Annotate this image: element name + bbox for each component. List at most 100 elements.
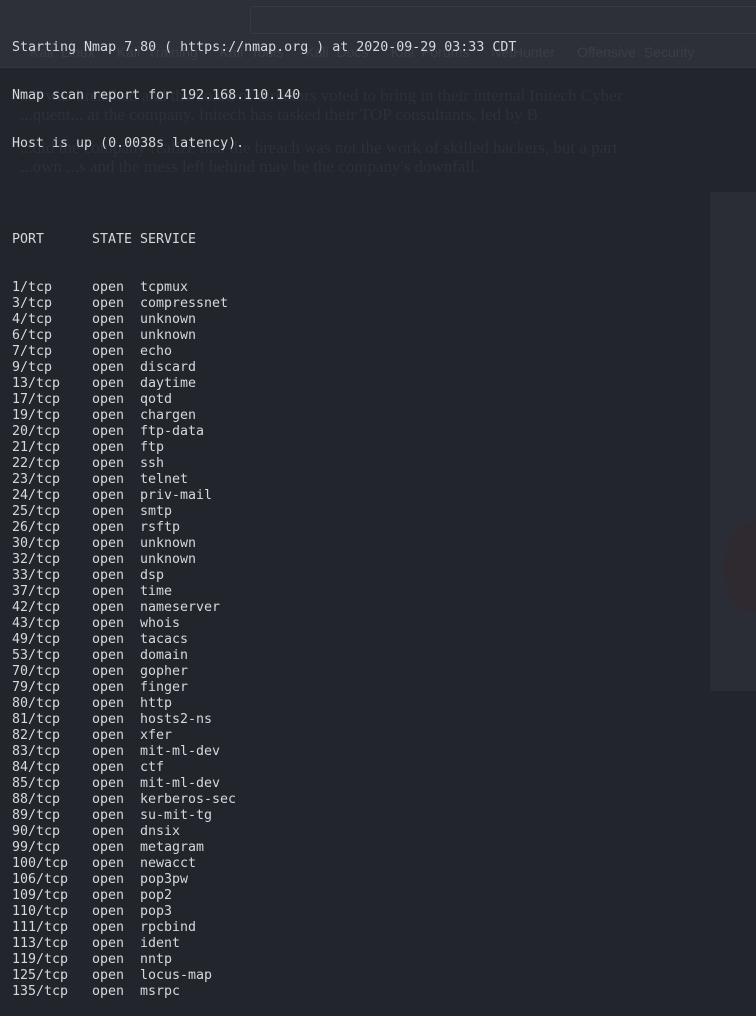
service-cell: mit-ml-dev bbox=[140, 744, 221, 759]
port-cell: 13/tcp bbox=[12, 376, 61, 391]
port-cell: 22/tcp bbox=[12, 456, 61, 471]
port-row: 84/tcp open ctf bbox=[12, 760, 516, 776]
service-cell: http bbox=[140, 696, 173, 711]
service-cell: unknown bbox=[140, 328, 197, 343]
service-cell: locus-map bbox=[140, 968, 213, 983]
port-cell: 83/tcp bbox=[12, 744, 61, 759]
state-cell: open bbox=[92, 744, 125, 759]
state-cell: open bbox=[92, 360, 125, 375]
state-cell: open bbox=[92, 280, 125, 295]
port-cell: 106/tcp bbox=[12, 872, 69, 887]
service-cell: qotd bbox=[140, 392, 173, 407]
port-row: 100/tcp open newacct bbox=[12, 856, 516, 872]
port-row: 82/tcp open xfer bbox=[12, 728, 516, 744]
port-cell: 37/tcp bbox=[12, 584, 61, 599]
port-row: 6/tcp open unknown bbox=[12, 328, 516, 344]
state-cell: open bbox=[92, 664, 125, 679]
port-row: 7/tcp open echo bbox=[12, 344, 516, 360]
port-cell: 79/tcp bbox=[12, 680, 61, 695]
terminal-line: Nmap scan report for 192.168.110.140 bbox=[12, 88, 301, 103]
service-cell: time bbox=[140, 584, 173, 599]
state-cell: open bbox=[92, 888, 125, 903]
port-row: 79/tcp open finger bbox=[12, 680, 516, 696]
port-row: 111/tcp open rpcbind bbox=[12, 920, 516, 936]
service-cell: telnet bbox=[140, 472, 189, 487]
port-row: 9/tcp open discard bbox=[12, 360, 516, 376]
terminal-output: Starting Nmap 7.80 ( https://nmap.org ) … bbox=[12, 8, 516, 1016]
state-cell: open bbox=[92, 696, 125, 711]
port-row: 37/tcp open time bbox=[12, 584, 516, 600]
service-cell: kerberos-sec bbox=[140, 792, 237, 807]
port-table-header: PORT STATE SERVICE bbox=[12, 232, 516, 248]
state-cell: open bbox=[92, 824, 125, 839]
state-cell: open bbox=[92, 552, 125, 567]
port-row: 4/tcp open unknown bbox=[12, 312, 516, 328]
port-row: 13/tcp open daytime bbox=[12, 376, 516, 392]
state-cell: open bbox=[92, 952, 125, 967]
state-cell: open bbox=[92, 680, 125, 695]
port-row: 113/tcp open ident bbox=[12, 936, 516, 952]
state-cell: open bbox=[92, 856, 125, 871]
service-cell: metagram bbox=[140, 840, 205, 855]
port-row: 30/tcp open unknown bbox=[12, 536, 516, 552]
service-cell: ssh bbox=[140, 456, 165, 471]
service-cell: ftp-data bbox=[140, 424, 205, 439]
column-header-service: SERVICE bbox=[140, 232, 197, 247]
state-cell: open bbox=[92, 648, 125, 663]
port-row: 17/tcp open qotd bbox=[12, 392, 516, 408]
service-cell: rpcbind bbox=[140, 920, 197, 935]
service-cell: pop3pw bbox=[140, 872, 189, 887]
port-row: 1/tcp open tcpmux bbox=[12, 280, 516, 296]
state-cell: open bbox=[92, 504, 125, 519]
state-cell: open bbox=[92, 376, 125, 391]
port-cell: 23/tcp bbox=[12, 472, 61, 487]
port-row: 24/tcp open priv-mail bbox=[12, 488, 516, 504]
port-cell: 53/tcp bbox=[12, 648, 61, 663]
state-cell: open bbox=[92, 488, 125, 503]
service-cell: newacct bbox=[140, 856, 197, 871]
state-cell: open bbox=[92, 920, 125, 935]
service-cell: nntp bbox=[140, 952, 173, 967]
port-row: 99/tcp open metagram bbox=[12, 840, 516, 856]
port-cell: 99/tcp bbox=[12, 840, 61, 855]
port-cell: 21/tcp bbox=[12, 440, 61, 455]
port-cell: 25/tcp bbox=[12, 504, 61, 519]
service-cell: su-mit-tg bbox=[140, 808, 213, 823]
port-cell: 30/tcp bbox=[12, 536, 61, 551]
port-cell: 1/tcp bbox=[12, 280, 53, 295]
port-row: 19/tcp open chargen bbox=[12, 408, 516, 424]
port-row: 119/tcp open nntp bbox=[12, 952, 516, 968]
port-cell: 24/tcp bbox=[12, 488, 61, 503]
column-header-state: STATE bbox=[92, 232, 133, 247]
port-cell: 17/tcp bbox=[12, 392, 61, 407]
service-cell: finger bbox=[140, 680, 189, 695]
state-cell: open bbox=[92, 904, 125, 919]
port-row: 109/tcp open pop2 bbox=[12, 888, 516, 904]
state-cell: open bbox=[92, 568, 125, 583]
service-cell: ctf bbox=[140, 760, 165, 775]
port-row: 42/tcp open nameserver bbox=[12, 600, 516, 616]
port-cell: 3/tcp bbox=[12, 296, 53, 311]
state-cell: open bbox=[92, 328, 125, 343]
state-cell: open bbox=[92, 968, 125, 983]
column-header-port: PORT bbox=[12, 232, 45, 247]
state-cell: open bbox=[92, 440, 125, 455]
port-cell: 84/tcp bbox=[12, 760, 61, 775]
service-cell: rsftp bbox=[140, 520, 181, 535]
state-cell: open bbox=[92, 424, 125, 439]
service-cell: chargen bbox=[140, 408, 197, 423]
port-cell: 125/tcp bbox=[12, 968, 69, 983]
terminal-line: Starting Nmap 7.80 ( https://nmap.org ) … bbox=[12, 40, 517, 55]
port-row: 135/tcp open msrpc bbox=[12, 984, 516, 1000]
service-cell: unknown bbox=[140, 536, 197, 551]
port-row: 125/tcp open locus-map bbox=[12, 968, 516, 984]
port-cell: 32/tcp bbox=[12, 552, 61, 567]
service-cell: daytime bbox=[140, 376, 197, 391]
state-cell: open bbox=[92, 984, 125, 999]
port-row: 88/tcp open kerberos-sec bbox=[12, 792, 516, 808]
port-cell: 110/tcp bbox=[12, 904, 69, 919]
port-row: 89/tcp open su-mit-tg bbox=[12, 808, 516, 824]
port-cell: 81/tcp bbox=[12, 712, 61, 727]
service-cell: mit-ml-dev bbox=[140, 776, 221, 791]
